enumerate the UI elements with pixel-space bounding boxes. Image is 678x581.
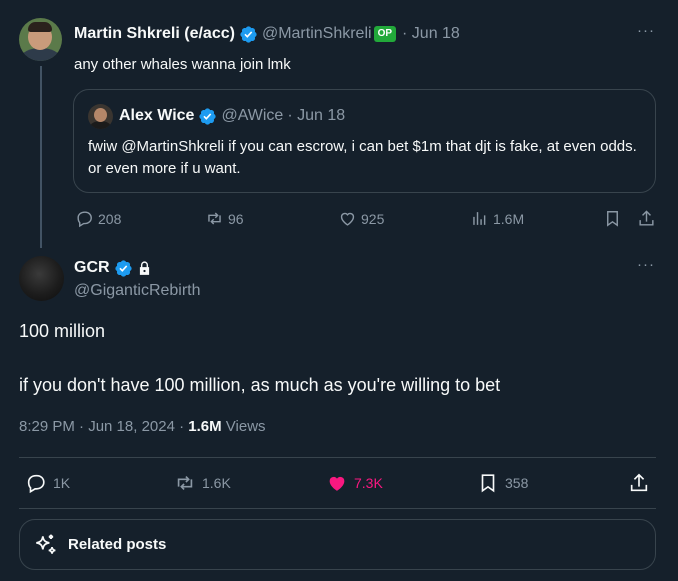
- bookmark-button[interactable]: [603, 209, 626, 228]
- op-badge: OP: [373, 26, 397, 42]
- tweet-metadata: 8:29 PM · Jun 18, 2024 · 1.6M Views: [19, 418, 266, 435]
- bookmark-icon: [481, 474, 495, 493]
- views-icon: [473, 212, 486, 225]
- sparkle-icon: [36, 534, 56, 554]
- tweet-date[interactable]: · Jun 18: [402, 25, 460, 43]
- main-tweet-line2: if you don't have 100 million, as much a…: [19, 375, 501, 395]
- quoted-author-name: Alex Wice: [119, 107, 195, 124]
- lock-icon: [139, 260, 149, 275]
- quoted-tweet-date: · Jun 18: [287, 107, 346, 124]
- reply-count: 208: [98, 210, 122, 227]
- verified-icon: [114, 259, 132, 277]
- repost-icon: [177, 475, 193, 491]
- reply-count: 1K: [53, 475, 71, 491]
- share-button[interactable]: [637, 209, 660, 228]
- main-tweet-line1: 100 million: [19, 321, 106, 341]
- main-tweet-header: GCR: [74, 258, 153, 278]
- tweet-timestamp[interactable]: 8:29 PM · Jun 18, 2024 ·: [19, 418, 188, 435]
- repost-count: 1.6K: [202, 475, 231, 491]
- parent-tweet-header: Martin Shkreli (e/acc) @MartinShkreli OP…: [74, 24, 460, 44]
- more-options-icon[interactable]: ···: [637, 22, 655, 39]
- like-icon: [329, 476, 345, 491]
- reply-button[interactable]: 208: [75, 209, 121, 228]
- more-options-icon[interactable]: ···: [637, 256, 655, 273]
- like-button[interactable]: 7.3K: [326, 472, 383, 494]
- like-count: 7.3K: [354, 475, 383, 491]
- like-button[interactable]: 925: [338, 209, 384, 228]
- verified-icon: [240, 25, 257, 43]
- verified-icon: [199, 107, 217, 125]
- author-name[interactable]: Martin Shkreli (e/acc): [74, 25, 235, 43]
- author-handle[interactable]: @GiganticRebirth: [74, 282, 201, 300]
- repost-icon: [208, 212, 221, 225]
- bookmark-count: 358: [505, 475, 529, 491]
- parent-tweet-text: any other whales wanna join lmk: [74, 56, 291, 73]
- divider: [19, 457, 656, 458]
- views-count: 1.6M: [188, 418, 222, 435]
- share-icon: [630, 473, 648, 492]
- divider: [19, 508, 656, 509]
- views-button[interactable]: 1.6M: [470, 209, 524, 228]
- quoted-tweet-header: Alex Wice @AWice · Jun 18: [119, 106, 345, 126]
- views-count: 1.6M: [493, 210, 525, 227]
- author-handle[interactable]: @MartinShkreli: [262, 25, 372, 43]
- avatar-alex: [88, 104, 113, 129]
- reply-button[interactable]: 1K: [25, 472, 70, 494]
- avatar-martin[interactable]: [19, 18, 62, 61]
- quoted-tweet-text: fwiw @MartinShkreli if you can escrow, i…: [88, 138, 637, 177]
- reply-icon: [27, 474, 45, 494]
- bookmark-icon: [607, 211, 618, 227]
- avatar-gcr[interactable]: [19, 256, 64, 301]
- like-icon: [340, 212, 355, 226]
- author-name[interactable]: GCR: [74, 259, 110, 277]
- quoted-author-handle: @AWice: [221, 107, 284, 124]
- repost-button[interactable]: 1.6K: [174, 472, 231, 494]
- related-posts-button[interactable]: Related posts: [19, 519, 656, 570]
- repost-button[interactable]: 96: [205, 209, 244, 228]
- bookmark-button[interactable]: 358: [477, 472, 528, 494]
- related-posts-label: Related posts: [68, 536, 167, 553]
- views-label: Views: [221, 418, 266, 435]
- repost-count: 96: [228, 210, 244, 227]
- share-icon: [639, 210, 654, 226]
- share-button[interactable]: [628, 472, 656, 494]
- like-count: 925: [361, 210, 385, 227]
- reply-icon: [77, 211, 92, 228]
- thread-line: [40, 66, 42, 248]
